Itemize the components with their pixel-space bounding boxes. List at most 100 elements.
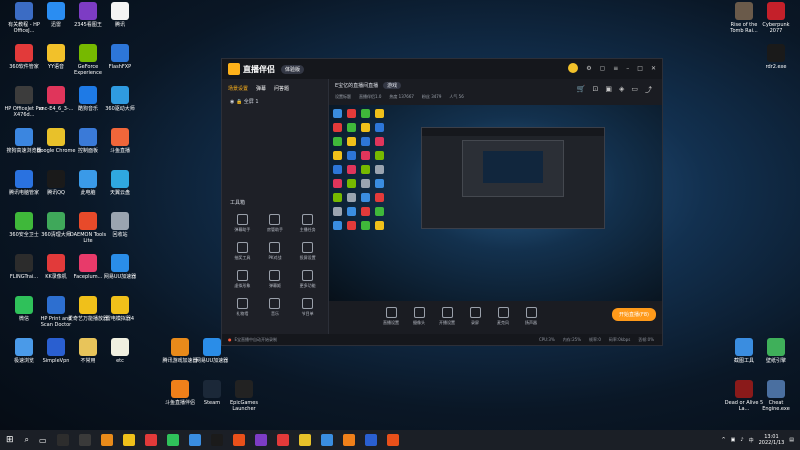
taskbar-app-icon[interactable] [144,434,157,446]
cart-icon[interactable]: 🛒 [577,85,586,95]
desktop-shortcut[interactable]: 雷电模拟器4 [100,296,140,322]
chevron-up-icon[interactable]: ^ [721,437,725,443]
preview-app-icon [347,193,356,202]
tool-item[interactable]: PK对战 [259,242,292,261]
taskbar-app-icon[interactable] [78,434,91,446]
skin-icon[interactable]: ▢ [600,65,606,73]
tool-item[interactable]: 弹幕助手 [226,214,259,233]
taskbar-app-icon[interactable] [166,434,179,446]
taskbar-app-icon[interactable] [254,434,267,446]
stream-control[interactable]: 开播设置 [433,306,461,326]
stream-control[interactable]: 摄像头 [405,306,433,326]
tool-item[interactable]: 音乐 [259,298,292,317]
desktop-shortcut[interactable]: etc [100,338,140,364]
stream-control[interactable]: 扬声器 [517,306,545,326]
tool-item[interactable]: 节目单 [291,298,324,317]
maximize-icon[interactable]: □ [637,65,643,73]
desktop-shortcut-label: 腾讯 [114,22,125,28]
start-stream-button[interactable]: 开始直播(F8) [612,308,656,321]
taskbar-app-icon[interactable] [320,434,333,446]
desktop-shortcut[interactable]: rdr2.exe [756,44,796,70]
stream-control[interactable]: 直播设置 [377,306,405,326]
preview-app-icon [375,179,384,188]
desktop-shortcut[interactable]: 360驱动大师 [100,86,140,112]
left-tab[interactable]: 问答题 [274,85,289,92]
tool-item[interactable]: 礼物墙 [226,298,259,317]
lock-icon[interactable]: 🔒 [236,99,242,105]
desktop-shortcut-label: Cyberpunk 2077 [762,22,790,34]
tool-icon [302,214,314,225]
tool-label: 礼物墙 [236,311,249,316]
desktop-shortcut[interactable]: 天翼云盘 [100,170,140,196]
start-icon[interactable]: ⊞ [6,435,14,445]
taskbar-app-icon[interactable] [298,434,311,446]
room-stat: 直播伴侣1.0 [359,94,382,99]
app-shortcut-icon [111,44,129,62]
tool-label: 弹幕姬 [268,283,281,288]
lock-icon[interactable]: ⊡ [592,85,598,95]
tool-item[interactable]: 更多功能 [291,270,324,289]
tool-item[interactable]: 弹幕姬 [259,270,292,289]
preview-app-icon [347,221,356,230]
app-shortcut-icon [47,128,65,146]
desktop-shortcut[interactable]: 回收站 [100,212,140,238]
share-icon[interactable]: ⤴ [645,85,652,95]
avatar[interactable] [568,63,579,73]
ime-icon[interactable]: 中 [749,437,754,444]
taskbar-app-icon[interactable] [386,434,399,446]
taskbar-app-icon[interactable] [210,434,223,446]
stream-preview[interactable] [329,105,662,301]
search-icon[interactable]: ⌕ [25,435,29,445]
tool-item[interactable]: 房管助手 [259,214,292,233]
room-tag[interactable]: 游戏 [383,82,402,89]
desktop-shortcut[interactable]: EpicGames Launcher [224,380,264,412]
desktop-shortcut[interactable]: 壁纸引擎 [756,338,796,364]
menu-icon[interactable]: ≡ [613,65,618,73]
taskbar-app-icon[interactable] [364,434,377,446]
desktop-shortcut[interactable]: 网易UU加速器 [100,254,140,280]
eye-icon[interactable]: ◉ [230,99,234,105]
notification-icon[interactable]: ▤ [789,437,794,443]
gift-icon[interactable]: ◈ [619,85,624,95]
minimize-icon[interactable]: – [626,65,629,73]
tool-icon [269,214,281,225]
desktop-shortcut[interactable]: FlashFXP [100,44,140,70]
left-tab[interactable]: 弹幕 [256,85,266,92]
status-metric: 丢帧:0% [638,336,654,342]
network-icon[interactable]: ▣ [731,437,736,443]
bag-icon[interactable]: ▣ [605,85,612,95]
tool-item[interactable]: 主播任务 [291,214,324,233]
version-badge[interactable]: 体验版 [281,64,305,74]
desktop-shortcut[interactable]: 斗鱼直播 [100,128,140,154]
desktop-shortcut-label: 回收站 [112,232,128,238]
preview-app-icon [347,207,356,216]
tool-item[interactable]: 抽奖工具 [226,242,259,261]
scene-item[interactable]: ◉ 🔒 全屏 1 [222,92,328,111]
desktop-shortcut[interactable]: 腾讯 [100,2,140,28]
left-tab[interactable]: 场景设置 [228,85,248,92]
window-icon[interactable]: ▭ [631,85,638,95]
app-shortcut-icon [79,296,97,314]
task-view-icon[interactable]: ▭ [39,436,47,445]
tool-item[interactable]: 虚拟形象 [226,270,259,289]
stream-control[interactable]: 录屏 [461,306,489,326]
desktop-shortcut[interactable]: Cheat Engine.exe [756,380,796,412]
taskbar-app-icon[interactable] [100,434,113,446]
taskbar-app-icon[interactable] [232,434,245,446]
taskbar-app-icon[interactable] [56,434,69,446]
close-icon[interactable]: ✕ [651,65,656,73]
status-metric: CPU:3% [538,336,555,342]
settings-icon[interactable]: ⚙ [586,65,591,73]
taskbar-app-icon[interactable] [188,434,201,446]
taskbar-app-icon[interactable] [276,434,289,446]
taskbar-app-icon[interactable] [342,434,355,446]
preview-app-icon [347,109,356,118]
taskbar-app-icon[interactable] [122,434,135,446]
desktop-shortcut[interactable]: Cyberpunk 2077 [756,2,796,34]
app-shortcut-icon [79,2,97,20]
tool-item[interactable]: 投屏设置 [291,242,324,261]
volume-icon[interactable]: ♪ [740,437,743,443]
stream-control[interactable]: 麦克风 [489,306,517,326]
clock[interactable]: 13:01 2022/1/13 [759,434,785,446]
desktop-shortcut-label: rdr2.exe [765,64,787,70]
